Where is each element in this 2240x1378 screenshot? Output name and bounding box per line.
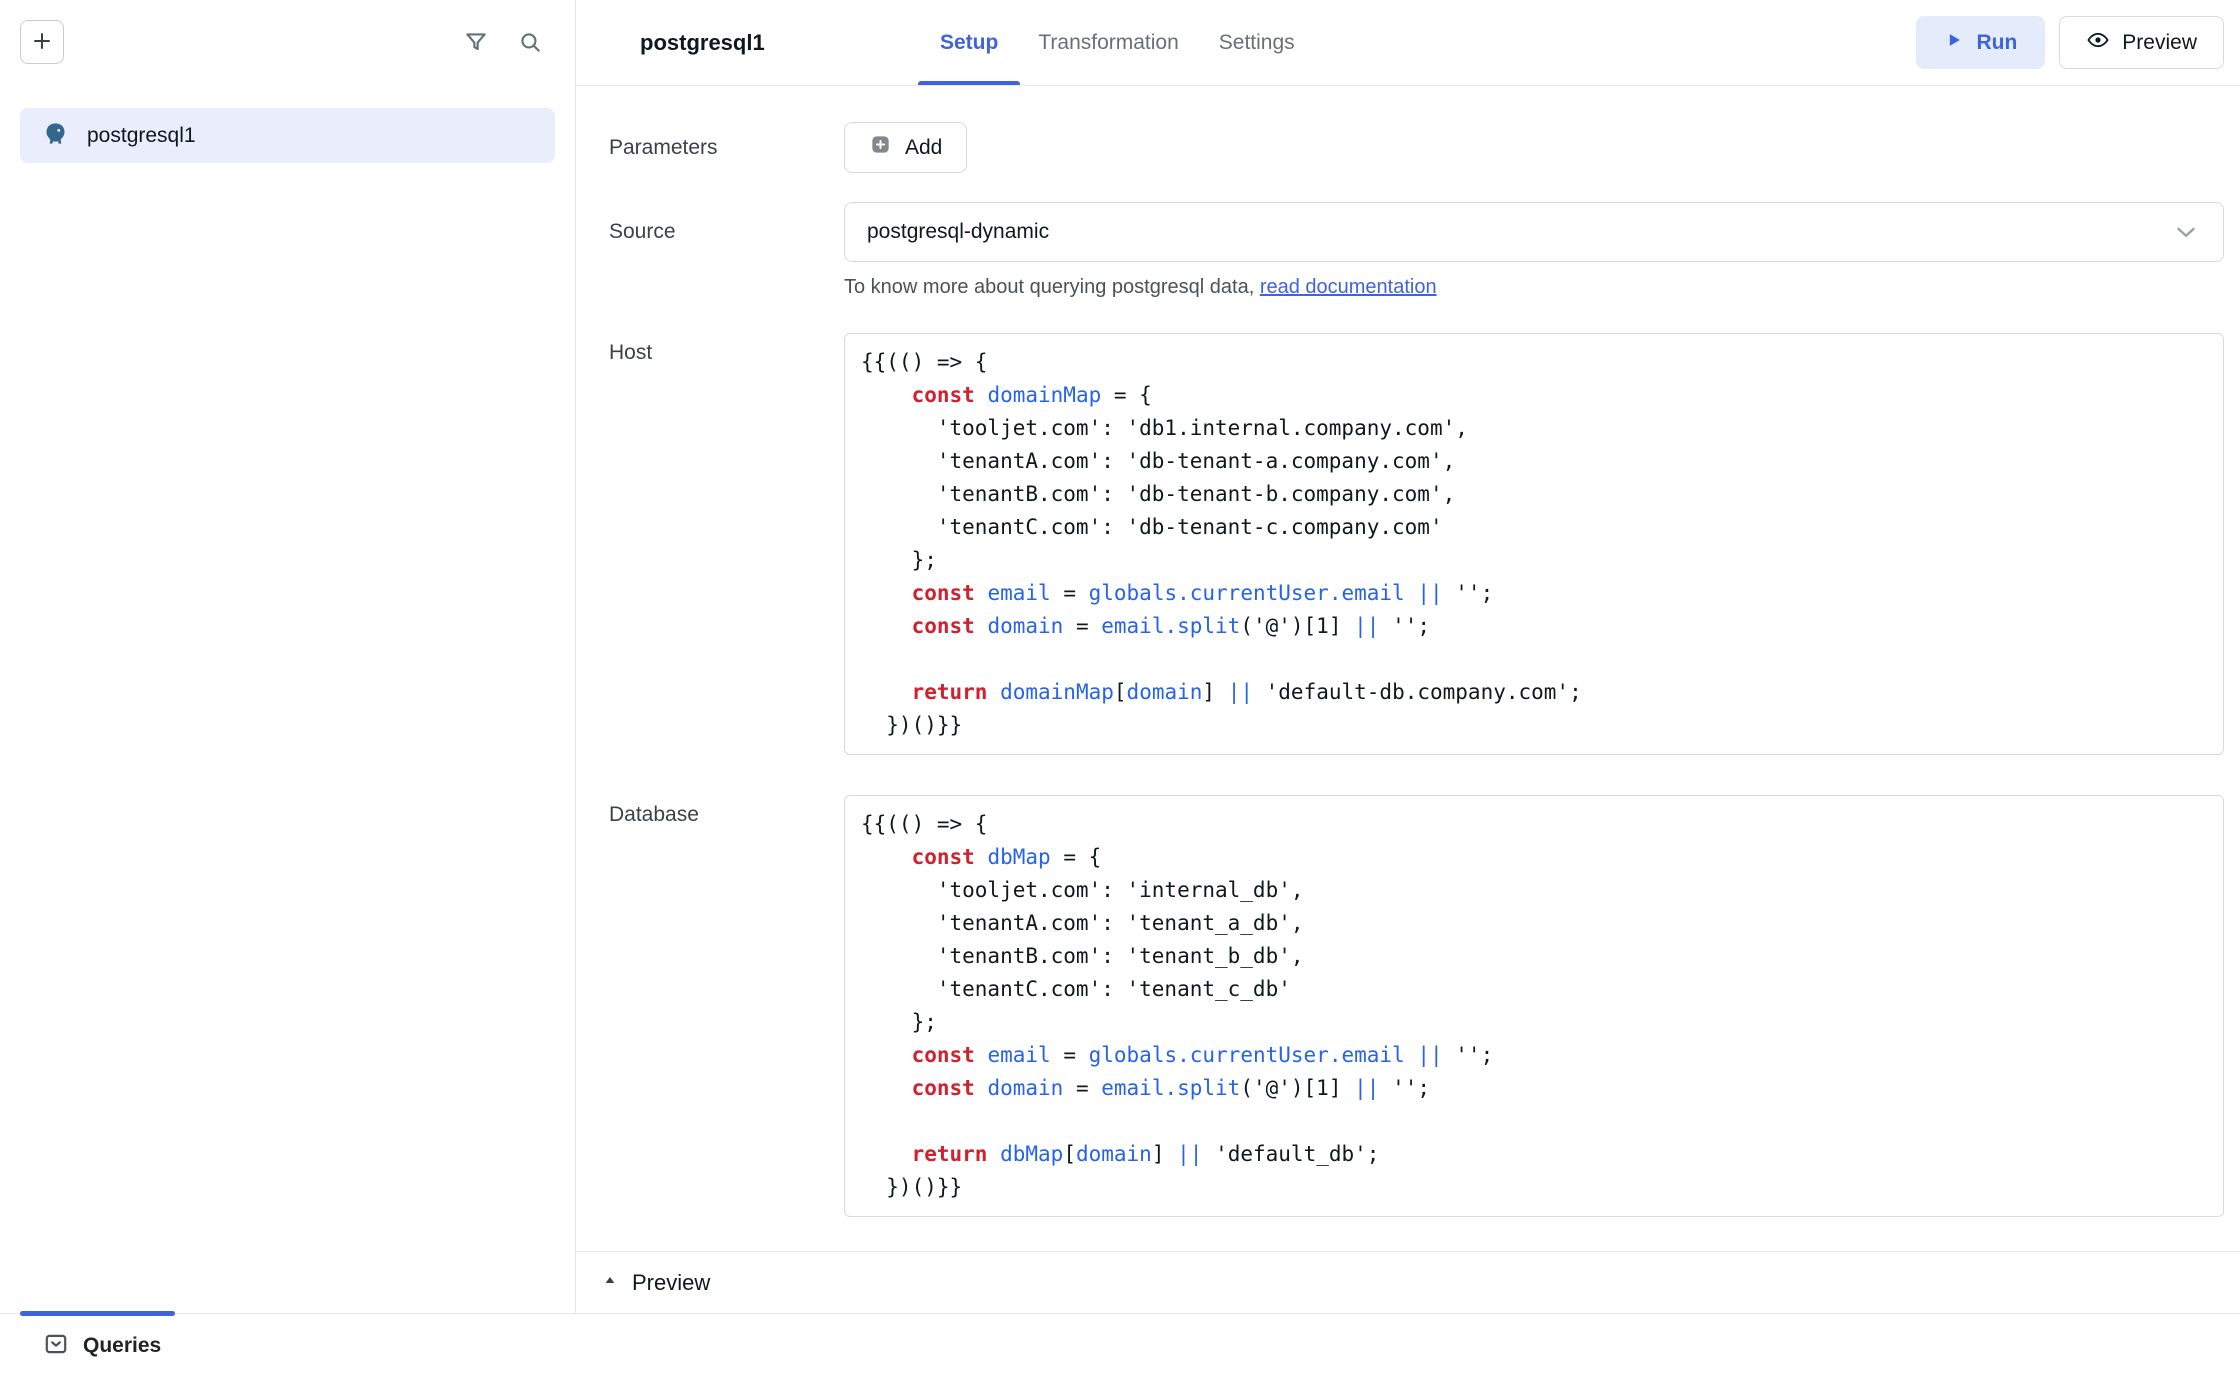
code-line: return domainMap[domain] || 'default-db.…: [861, 676, 2207, 709]
database-row: Database {{(() => { const dbMap = { 'too…: [576, 795, 2240, 1217]
caret-up-icon: [602, 1272, 618, 1293]
host-label: Host: [609, 333, 844, 365]
host-code-editor[interactable]: {{(() => { const domainMap = { 'tooljet.…: [844, 333, 2224, 755]
query-title: postgresql1: [640, 30, 765, 56]
code-line: 'tenantB.com': 'tenant_b_db',: [861, 940, 2207, 973]
source-control: postgresql-dynamic: [844, 202, 2224, 262]
code-line: 'tenantA.com': 'db-tenant-a.company.com'…: [861, 445, 2207, 478]
plus-icon: [30, 29, 54, 56]
chevron-down-icon: [2171, 217, 2201, 247]
database-code-editor[interactable]: {{(() => { const dbMap = { 'tooljet.com'…: [844, 795, 2224, 1217]
parameters-control: Add: [844, 122, 2224, 173]
code-line: };: [861, 544, 2207, 577]
code-line: })()}}: [861, 709, 2207, 742]
code-line: {{(() => {: [861, 346, 2207, 379]
source-select-value: postgresql-dynamic: [867, 220, 1049, 244]
code-line: 'tenantA.com': 'tenant_a_db',: [861, 907, 2207, 940]
code-line: };: [861, 1006, 2207, 1039]
preview-section-label: Preview: [632, 1270, 710, 1296]
host-row: Host {{(() => { const domainMap = { 'too…: [576, 333, 2240, 755]
query-sidebar: postgresql1: [0, 0, 576, 1313]
parameters-row: Parameters Add: [576, 122, 2240, 173]
code-line: 'tenantB.com': 'db-tenant-b.company.com'…: [861, 478, 2207, 511]
eye-icon: [2086, 28, 2110, 58]
code-line: 'tenantC.com': 'db-tenant-c.company.com': [861, 511, 2207, 544]
code-line: const domain = email.split('@')[1] || ''…: [861, 1072, 2207, 1105]
tab-setup[interactable]: Setup: [940, 0, 998, 85]
code-line: [861, 1105, 2207, 1138]
parameters-label: Parameters: [609, 136, 844, 160]
preview-button-label: Preview: [2122, 31, 2197, 55]
read-documentation-link[interactable]: read documentation: [1260, 276, 1437, 298]
sidebar-header-icons: [463, 29, 543, 55]
database-control: {{(() => { const dbMap = { 'tooljet.com'…: [844, 795, 2224, 1217]
code-line: const domainMap = {: [861, 379, 2207, 412]
query-item-label: postgresql1: [87, 124, 196, 148]
run-button[interactable]: Run: [1916, 16, 2045, 69]
bottom-bar: Queries: [0, 1313, 2240, 1378]
code-line: })()}}: [861, 1171, 2207, 1204]
host-control: {{(() => { const domainMap = { 'tooljet.…: [844, 333, 2224, 755]
query-editor-panel: postgresql1 Setup Transformation Setting…: [576, 0, 2240, 1313]
queries-panel-label[interactable]: Queries: [83, 1334, 161, 1358]
code-line: 'tooljet.com': 'internal_db',: [861, 874, 2207, 907]
code-line: 'tenantC.com': 'tenant_c_db': [861, 973, 2207, 1006]
add-query-button[interactable]: [20, 20, 64, 64]
code-line: const email = globals.currentUser.email …: [861, 1039, 2207, 1072]
preview-section-toggle[interactable]: Preview: [576, 1251, 2240, 1313]
filter-icon[interactable]: [463, 29, 489, 55]
code-line: const domain = email.split('@')[1] || ''…: [861, 610, 2207, 643]
preview-button[interactable]: Preview: [2059, 16, 2224, 69]
main-row: postgresql1 postgresql1 Setup Transforma…: [0, 0, 2240, 1313]
code-line: return dbMap[domain] || 'default_db';: [861, 1138, 2207, 1171]
editor-tabs: Setup Transformation Settings: [940, 0, 1295, 85]
add-parameter-button[interactable]: Add: [844, 122, 967, 173]
source-row: Source postgresql-dynamic: [576, 202, 2240, 262]
tab-settings[interactable]: Settings: [1219, 0, 1295, 85]
code-line: {{(() => {: [861, 808, 2207, 841]
query-editor-header: postgresql1 Setup Transformation Setting…: [576, 0, 2240, 86]
plus-square-icon: [869, 133, 892, 162]
app-window: postgresql1 postgresql1 Setup Transforma…: [0, 0, 2240, 1378]
source-select[interactable]: postgresql-dynamic: [844, 202, 2224, 262]
queries-panel-icon: [43, 1331, 69, 1362]
helper-text: To know more about querying postgresql d…: [844, 276, 1260, 298]
code-line: [861, 643, 2207, 676]
code-line: 'tooljet.com': 'db1.internal.company.com…: [861, 412, 2207, 445]
code-line: const dbMap = {: [861, 841, 2207, 874]
database-label: Database: [609, 795, 844, 827]
code-line: const email = globals.currentUser.email …: [861, 577, 2207, 610]
search-icon[interactable]: [517, 29, 543, 55]
source-label: Source: [609, 220, 844, 244]
tab-transformation[interactable]: Transformation: [1038, 0, 1178, 85]
add-parameter-label: Add: [905, 136, 942, 160]
query-list: postgresql1: [0, 108, 575, 163]
postgresql-icon: [42, 120, 69, 152]
header-actions: Run Preview: [1916, 16, 2224, 69]
setup-form: Parameters Add Source po: [576, 86, 2240, 1251]
query-list-item-postgresql1[interactable]: postgresql1: [20, 108, 555, 163]
play-icon: [1944, 30, 1964, 56]
source-helper-text: To know more about querying postgresql d…: [844, 276, 2224, 299]
sidebar-header: [0, 0, 575, 64]
queries-active-indicator: [20, 1311, 175, 1316]
run-button-label: Run: [1976, 31, 2017, 55]
